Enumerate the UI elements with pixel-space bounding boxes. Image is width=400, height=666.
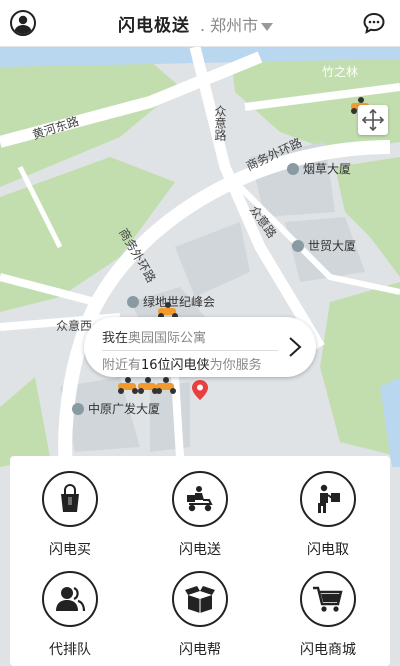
service-pickup[interactable]: 闪电取	[273, 471, 383, 559]
service-label: 代排队	[49, 642, 91, 658]
map-partial-label: 竹之林	[322, 65, 359, 79]
current-place-name: 奥园国际公寓	[128, 331, 207, 346]
courier-scooter-icon[interactable]	[153, 377, 179, 395]
location-pin-icon	[192, 380, 208, 400]
service-label: 闪电帮	[179, 642, 221, 658]
card-divider	[102, 350, 278, 351]
dropdown-arrow-icon	[261, 22, 274, 31]
open-box-icon	[172, 571, 228, 627]
city-selector[interactable]: . 郑州市	[200, 12, 274, 36]
service-buy[interactable]: 闪电买	[15, 471, 125, 559]
nearby-prefix: 附近有	[102, 358, 142, 373]
service-queue[interactable]: 代排队	[15, 571, 125, 659]
message-icon[interactable]	[362, 11, 386, 35]
poi-label: 世贸大厦	[308, 239, 357, 253]
service-label: 闪电买	[49, 542, 91, 558]
poi-label: 烟草大厦	[303, 162, 352, 176]
pickup-person-icon	[300, 471, 356, 527]
service-help[interactable]: 闪电帮	[145, 571, 255, 659]
poi-label: 中原广发大厦	[88, 402, 161, 416]
service-mall[interactable]: 闪电商城	[273, 571, 383, 659]
pan-move-icon[interactable]	[358, 105, 388, 135]
location-prefix: 我在	[102, 331, 129, 346]
queue-people-icon	[42, 571, 98, 627]
shopping-bag-icon	[42, 471, 98, 527]
nearby-suffix: 为你服务	[209, 358, 262, 373]
poi-world-trade-building[interactable]: 世贸大厦	[292, 237, 356, 254]
app-screen: 闪电极送 . 郑州市 黄河东路 众意路 商务外环路 商务外环路 众意路 众意西 …	[0, 0, 400, 666]
service-label: 闪电取	[307, 542, 349, 558]
location-card[interactable]: 我在奥园国际公寓 附近有16位闪电侠为你服务	[84, 317, 316, 377]
current-location-line: 我在奥园国际公寓	[102, 327, 206, 346]
service-panel: 闪电买 闪电送 闪电取 代排队 闪电帮 闪电商城	[10, 456, 390, 666]
service-deliver[interactable]: 闪电送	[145, 471, 255, 559]
city-label: . 郑州市	[200, 16, 259, 35]
poi-pin-icon	[127, 295, 139, 308]
user-avatar-icon[interactable]	[10, 10, 36, 36]
delivery-scooter-icon	[172, 471, 228, 527]
poi-pin-icon	[287, 162, 299, 175]
courier-count-line: 附近有16位闪电侠为你服务	[102, 354, 262, 373]
road-label: 众意路	[213, 105, 227, 141]
chevron-right-icon[interactable]	[288, 336, 302, 358]
poi-pin-icon	[72, 402, 84, 415]
road-label: 众意西	[56, 319, 93, 333]
poi-zhongyuan-guangfa[interactable]: 中原广发大厦	[72, 400, 160, 417]
top-bar: 闪电极送 . 郑州市	[0, 0, 400, 47]
poi-tobacco-building[interactable]: 烟草大厦	[287, 160, 351, 177]
shopping-cart-icon	[300, 571, 356, 627]
courier-count: 16位闪电侠	[141, 358, 210, 373]
service-label: 闪电送	[179, 542, 221, 558]
poi-pin-icon	[292, 239, 304, 252]
service-label: 闪电商城	[300, 642, 356, 658]
app-title: 闪电极送	[118, 16, 190, 36]
